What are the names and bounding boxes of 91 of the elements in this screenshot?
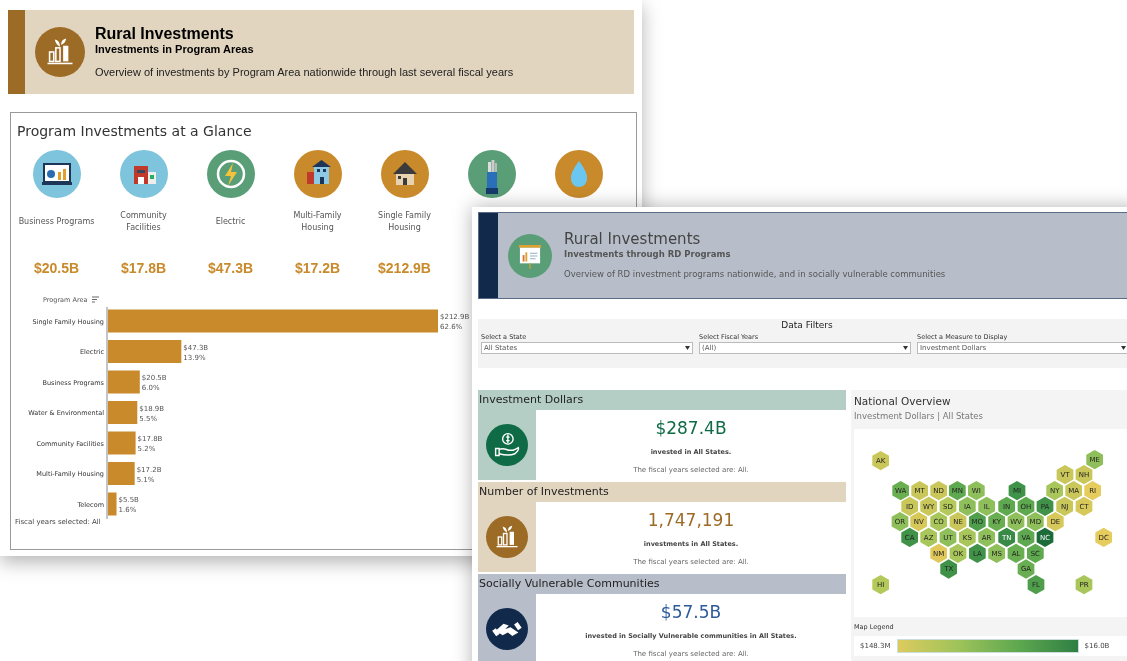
program-amount: $47.3B: [207, 259, 254, 278]
state-hex[interactable]: [1036, 527, 1054, 547]
program-label: Business Programs: [17, 216, 96, 228]
state-hex[interactable]: [930, 480, 948, 500]
program-amount: $17.8B: [120, 259, 167, 278]
state-hex[interactable]: [1008, 480, 1026, 500]
state-hex[interactable]: [891, 511, 909, 531]
state-hex[interactable]: [1084, 480, 1102, 500]
state-hex[interactable]: [968, 543, 986, 563]
state-hex[interactable]: [939, 527, 957, 547]
state-hex[interactable]: [892, 480, 910, 500]
state-hex[interactable]: [1065, 480, 1083, 500]
bar: [108, 431, 136, 455]
state-hex[interactable]: [1075, 464, 1093, 484]
header-subtitle: Investments through RD Programs: [564, 248, 732, 261]
caret-icon: [685, 346, 690, 351]
program-label: Community Facilities: [119, 210, 168, 234]
metric-value: $287.4B: [655, 417, 727, 440]
state-hex[interactable]: [1026, 511, 1044, 531]
dollar-hand-icon: [486, 424, 528, 466]
bar: [108, 492, 117, 516]
state-hex[interactable]: [872, 450, 890, 470]
state-hex[interactable]: [1056, 496, 1074, 516]
header-title: Rural Investments: [564, 230, 702, 249]
filters-title: Data Filters: [780, 319, 834, 332]
state-hex[interactable]: [1007, 543, 1025, 563]
state-hex[interactable]: [920, 527, 938, 547]
state-hex[interactable]: [1056, 464, 1074, 484]
panel-title: Program Investments at a Glance: [17, 122, 253, 141]
caret-icon: [1121, 346, 1126, 351]
caret-icon: [903, 346, 908, 351]
state-hex[interactable]: [1036, 496, 1054, 516]
bar: [108, 401, 138, 424]
state-hex[interactable]: [988, 511, 1006, 531]
state-hex[interactable]: [1046, 480, 1064, 500]
state-hex[interactable]: [901, 527, 919, 547]
state-hex[interactable]: [1017, 558, 1035, 579]
state-hex[interactable]: [998, 496, 1016, 516]
state-hex[interactable]: [978, 527, 996, 547]
state-hex[interactable]: [958, 496, 976, 516]
program-label: Multi-Family Housing: [292, 210, 343, 234]
state-hex[interactable]: [920, 496, 938, 516]
state-hex[interactable]: [1026, 543, 1044, 563]
state-hex[interactable]: [1075, 574, 1093, 594]
state-hex[interactable]: [949, 511, 967, 531]
program-amount: $212.9B: [378, 259, 431, 278]
state-hex[interactable]: [1046, 511, 1064, 531]
state-hex[interactable]: [967, 480, 985, 500]
header-description: Overview of investments by Program Area nationwide through last several fiscal years: [95, 64, 514, 80]
metric-value: $57.5B: [660, 601, 722, 624]
state-hex[interactable]: [940, 558, 958, 579]
program-label: Single Family Housing: [377, 210, 432, 234]
card-title: Investment Dollars: [478, 390, 846, 410]
state-hex[interactable]: [910, 511, 928, 531]
state-hex[interactable]: [930, 543, 948, 563]
state-hex[interactable]: [939, 496, 957, 516]
state-hex[interactable]: [930, 511, 948, 531]
state-hex[interactable]: [1095, 527, 1113, 547]
bar: [108, 462, 135, 485]
state-hex[interactable]: [1017, 527, 1035, 547]
bar: [108, 370, 140, 394]
overview-title: National Overview: [853, 394, 952, 409]
header-title: Rural Investments: [95, 23, 235, 43]
state-hex[interactable]: [949, 543, 967, 563]
state-hex[interactable]: [1017, 496, 1035, 516]
card-title: Number of Investments: [478, 482, 846, 502]
state-hex[interactable]: [872, 574, 890, 594]
state-hex[interactable]: [901, 496, 919, 516]
state-hex[interactable]: [1086, 449, 1104, 469]
program-amount: $20.5B: [33, 259, 80, 278]
overview-subtitle: Investment Dollars | All States: [853, 409, 984, 423]
metric-value: 1,747,191: [647, 509, 735, 532]
state-hex[interactable]: [1075, 496, 1093, 516]
card-title: Socially Vulnerable Communities: [478, 574, 846, 594]
presentation-board-icon: [508, 233, 552, 278]
handshake-icon: [486, 608, 528, 650]
program-amount: $17.2B: [294, 259, 341, 278]
header-description: Overview of RD investment programs nationwide, and in socially vulnerable communities: [564, 268, 946, 281]
state-hex[interactable]: [1007, 511, 1025, 531]
bar-chart-sprout-icon: [35, 27, 85, 77]
program-label: Electric: [214, 216, 247, 228]
state-hex[interactable]: [988, 543, 1006, 563]
state-hex[interactable]: [1027, 574, 1045, 594]
state-hex[interactable]: [911, 480, 929, 500]
bar-chart-sprout-icon: [486, 516, 528, 558]
state-hex[interactable]: [948, 480, 966, 500]
state-hex[interactable]: [958, 527, 976, 547]
header-subtitle: Investments in Program Areas: [95, 42, 255, 56]
state-hex[interactable]: [968, 511, 986, 531]
sort-icon: [91, 296, 100, 303]
state-hex[interactable]: [978, 496, 996, 516]
